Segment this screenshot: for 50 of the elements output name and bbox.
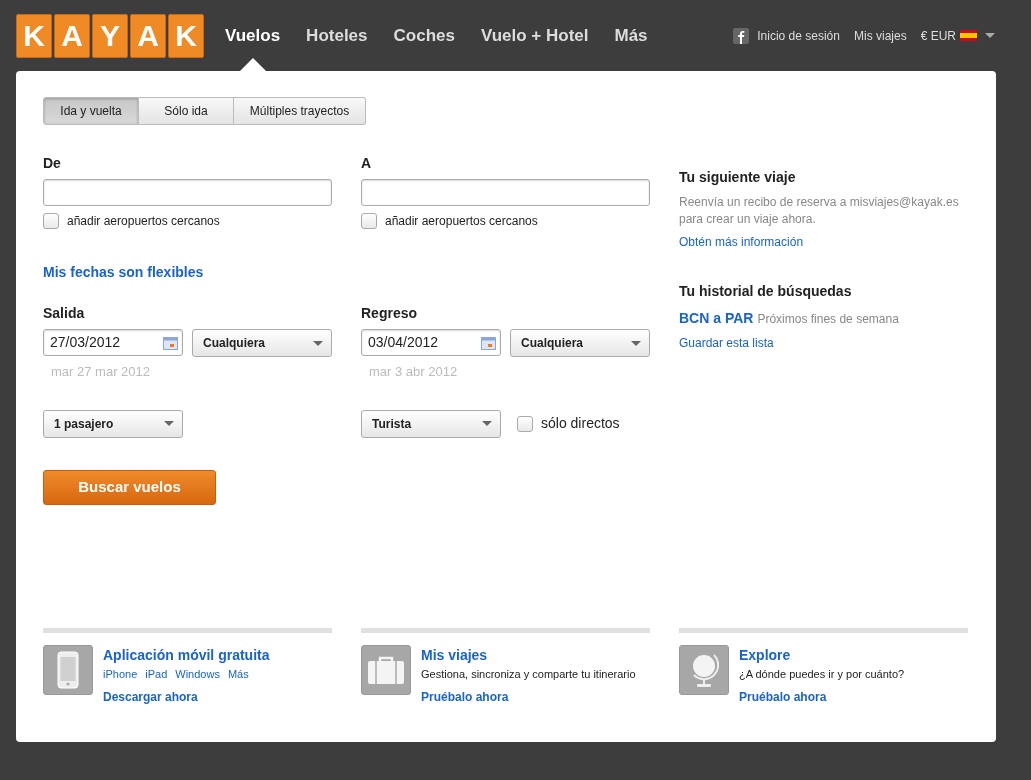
date-description: mar 3 abr 2012 <box>369 363 459 381</box>
nav-tab[interactable]: Vuelo + Hotel <box>480 0 589 71</box>
history-route-link[interactable]: BCN a PAR <box>679 308 754 330</box>
field-label: De <box>43 154 62 173</box>
promo-text: ¿A dónde puedes ir y por cuánto? <box>739 667 905 682</box>
logo-letter: K <box>16 13 52 58</box>
trip-type-tab[interactable]: Sólo ida <box>139 97 234 125</box>
platform-link[interactable]: iPhone <box>103 666 138 683</box>
field-label: Salida <box>43 304 86 323</box>
platform-link[interactable]: Windows <box>175 666 220 683</box>
platform-link[interactable]: iPad <box>145 666 168 683</box>
info-text: Reenvía un recibo de reserva a misviajes@kayak.es para crear un viaje ahora. <box>679 193 960 228</box>
nav-tab[interactable]: Más <box>614 0 648 71</box>
flexible-dates-link[interactable]: Mis fechas son flexibles <box>43 262 204 283</box>
cabin-select[interactable]: Turista <box>361 409 501 438</box>
promo-title-link[interactable]: Mis viajes <box>421 647 488 663</box>
date-description: mar 27 mar 2012 <box>51 363 151 381</box>
promo-text: Gestiona, sincroniza y comparte tu itinerario <box>421 667 636 682</box>
section-title: Tu siguiente viaje <box>679 169 797 186</box>
date-field[interactable]: 27/03/2012 <box>43 329 183 356</box>
field-label: Regreso <box>361 304 419 323</box>
flex-days-select[interactable]: Cualquiera <box>510 329 650 357</box>
logo-letter: A <box>130 13 166 58</box>
promo-title-link[interactable]: Aplicación móvil gratuita <box>103 647 270 663</box>
checkbox-label: sólo directos <box>541 414 620 433</box>
logo-letter: A <box>54 13 90 58</box>
logo-letter: Y <box>92 13 128 58</box>
passengers-select[interactable]: 1 pasajero <box>43 409 183 438</box>
platform-link[interactable]: Más <box>227 666 249 683</box>
currency-menu[interactable]: € EUR <box>920 26 995 45</box>
trip-type-tab[interactable]: Múltiples trayectos <box>234 97 366 125</box>
nav-tab[interactable]: Hoteles <box>306 0 368 71</box>
section-title: Tu historial de búsquedas <box>679 283 853 301</box>
trip-type-tab[interactable]: Ida y vuelta <box>43 97 139 125</box>
promo-title-link[interactable]: Explore <box>739 647 791 663</box>
more-info-link[interactable]: Obtén más información <box>679 232 804 251</box>
promo-action-link[interactable]: Descargar ahora <box>103 687 198 706</box>
promo-action-link[interactable]: Pruébalo ahora <box>421 687 509 706</box>
logo-letter: K <box>168 13 204 58</box>
checkbox-label: añadir aeropuertos cercanos <box>385 213 538 230</box>
my-trips-link[interactable]: Mis viajes <box>853 26 907 45</box>
promo-action-link[interactable]: Pruébalo ahora <box>739 687 827 706</box>
field-label: A <box>361 154 373 173</box>
login-link[interactable]: Inicio de sesión <box>757 26 840 45</box>
checkbox-label: añadir aeropuertos cercanos <box>67 213 220 230</box>
date-field[interactable]: 03/04/2012 <box>361 329 501 356</box>
save-list-link[interactable]: Guardar esta lista <box>679 334 774 353</box>
history-note: Próximos fines de semana <box>757 311 899 329</box>
flex-days-select[interactable]: Cualquiera <box>192 329 332 357</box>
nav-tab[interactable]: Coches <box>393 0 455 71</box>
